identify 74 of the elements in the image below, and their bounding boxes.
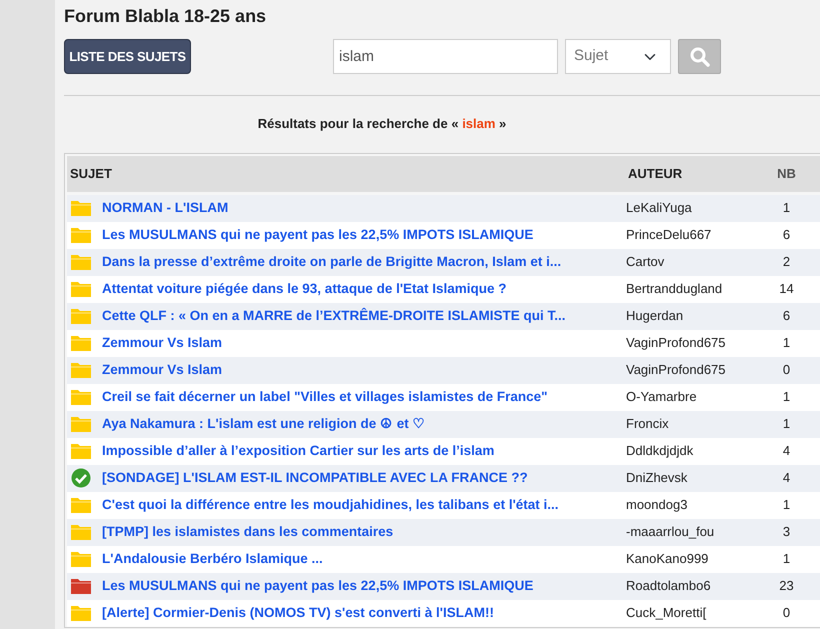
topic-link[interactable]: Zemmour Vs Islam xyxy=(102,332,222,354)
reply-count: 2 xyxy=(782,253,792,272)
topic-link[interactable]: L'Andalousie Berbéro Islamique ... xyxy=(102,548,323,570)
folder-icon xyxy=(70,279,92,299)
reply-count: 1 xyxy=(782,388,792,406)
reply-count: 4 xyxy=(782,469,792,488)
folder-icon xyxy=(70,387,92,407)
reply-count: 14 xyxy=(778,280,795,298)
folder-icon xyxy=(70,549,92,569)
topic-link[interactable]: Les MUSULMANS qui ne payent pas les 22,5% IMPOTS ISLAMIQUE xyxy=(102,224,534,246)
folder-icon xyxy=(70,414,92,434)
folder-icon xyxy=(70,576,92,596)
folder-icon xyxy=(70,306,92,326)
author-cell-text: O-Yamarbre xyxy=(625,388,698,406)
author-cell-text: -maaarrlou_fou xyxy=(625,523,716,542)
folder-icon xyxy=(70,522,92,542)
reply-count: 3 xyxy=(782,523,792,542)
reply-count: 1 xyxy=(782,199,792,218)
topic-link[interactable]: [Alerte] Cormier-Denis (NOMOS TV) s'est converti à l'ISLAM!! xyxy=(102,602,494,624)
search-scope-select[interactable]: Sujet xyxy=(565,39,671,74)
search-button[interactable] xyxy=(678,39,721,74)
page-title: Forum Blabla 18-25 ans xyxy=(64,5,268,28)
column-header: SUJET xyxy=(69,164,113,183)
topic-link[interactable]: [SONDAGE] L'ISLAM EST-IL INCOMPATIBLE AVEC LA FRANCE ?? xyxy=(102,468,528,488)
topic-list-button[interactable]: LISTE DES SUJETS xyxy=(64,39,191,74)
author-cell-text: LeKaliYuga xyxy=(625,199,693,218)
reply-count: 23 xyxy=(778,577,795,596)
author-cell-text: Hugerdan xyxy=(625,307,684,326)
folder-icon xyxy=(70,360,92,380)
reply-count: 1 xyxy=(782,334,792,352)
author-cell-text: Froncix xyxy=(625,415,670,434)
folder-icon xyxy=(70,441,92,461)
author-cell-text: KanoKano999 xyxy=(625,550,710,568)
author-cell-text: Bertranddugland xyxy=(625,280,724,298)
folder-icon xyxy=(70,603,92,623)
topic-link[interactable]: Creil se fait décerner un label "Villes et villages islamistes de France" xyxy=(102,386,548,408)
folder-icon xyxy=(70,495,92,515)
reply-count: 1 xyxy=(782,550,792,568)
author-cell-text: DniZhevsk xyxy=(625,469,688,488)
reply-count: 1 xyxy=(782,496,792,514)
folder-icon xyxy=(70,225,92,245)
folder-icon xyxy=(70,333,92,353)
folder-icon xyxy=(70,198,92,218)
author-cell-text: Cuck_Moretti[ xyxy=(625,604,708,622)
author-cell-text: Ddldkdjdjdk xyxy=(625,442,694,460)
column-header: NB xyxy=(776,164,797,183)
author-cell-text: VaginProfond675 xyxy=(625,334,727,352)
reply-count: 4 xyxy=(782,442,792,460)
results-heading: Résultats pour la recherche de « islam » xyxy=(256,115,508,133)
topic-link[interactable]: Impossible d’aller à l’exposition Cartier sur les arts de l’islam xyxy=(102,440,494,462)
topic-link[interactable]: Aya Nakamura : L'islam est une religion de ☮ et ♡ xyxy=(102,414,426,434)
author-cell-text: Cartov xyxy=(625,253,666,272)
topic-link[interactable]: Zemmour Vs Islam xyxy=(102,360,222,380)
topic-link[interactable]: [TPMP] les islamistes dans les commentaires xyxy=(102,522,394,542)
author-cell-text: Roadtolambo6 xyxy=(625,577,712,596)
author-cell-text: PrinceDelu667 xyxy=(625,226,712,244)
topic-link[interactable]: Attentat voiture piégée dans le 93, attaque de l'Etat Islamique ? xyxy=(102,278,507,300)
reply-count: 6 xyxy=(782,307,792,326)
column-header: AUTEUR xyxy=(627,164,684,183)
author-cell-text: moondog3 xyxy=(625,496,688,514)
topic-link[interactable]: C'est quoi la différence entre les moudjahidines, les talibans et l'état i... xyxy=(102,494,559,516)
author-cell-text: VaginProfond675 xyxy=(625,361,727,380)
topic-link[interactable]: Les MUSULMANS qui ne payent pas les 22,5% IMPOTS ISLAMIQUE xyxy=(102,576,534,596)
folder-icon xyxy=(70,252,92,272)
topic-link[interactable]: NORMAN - L'ISLAM xyxy=(102,198,228,218)
topic-link[interactable]: Dans la presse d’extrême droite on parle de Brigitte Macron, Islam et i... xyxy=(102,252,562,272)
search-field[interactable]: islam xyxy=(333,39,558,74)
reply-count: 0 xyxy=(782,604,792,622)
topic-link[interactable]: Cette QLF : « On en a MARRE de l’EXTRÊME-DROITE ISLAMISTE qui T... xyxy=(102,306,566,326)
search-icon xyxy=(690,46,710,66)
check-circle-icon xyxy=(70,468,92,488)
reply-count: 1 xyxy=(782,415,792,434)
reply-count: 0 xyxy=(782,361,792,380)
reply-count: 6 xyxy=(782,226,792,244)
